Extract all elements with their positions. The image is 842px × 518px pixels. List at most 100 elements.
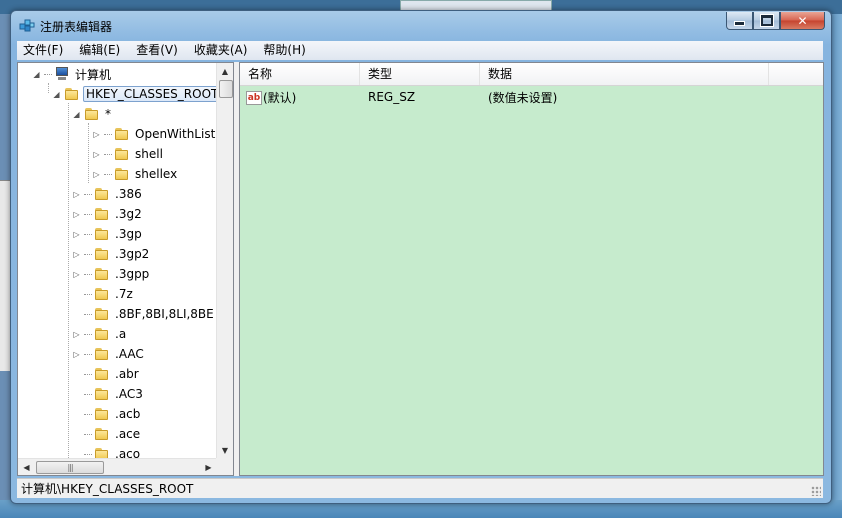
tree-item-key[interactable]: ▷ .386 xyxy=(72,184,144,204)
tree-item-label: shellex xyxy=(135,167,178,181)
tree-item-key[interactable]: .7z xyxy=(72,284,135,304)
tree-item-openwithlist[interactable]: ▷ OpenWithList xyxy=(92,124,217,144)
tree-item-star[interactable]: ◢ * xyxy=(72,104,113,124)
maximize-button[interactable] xyxy=(753,12,780,30)
tree-item-label: .ace xyxy=(115,427,141,441)
minimize-icon xyxy=(734,21,745,26)
tree-item-label: * xyxy=(105,107,111,121)
resize-grip-icon[interactable] xyxy=(811,486,821,496)
tree-item-key[interactable]: ▷ .AAC xyxy=(72,344,146,364)
tree-item-label: .8BF,8BI,8LI,8BE xyxy=(115,307,214,321)
collapse-icon[interactable]: ◢ xyxy=(72,110,81,119)
tree-connector xyxy=(84,373,92,375)
expand-icon[interactable]: ▷ xyxy=(72,230,81,239)
list-item[interactable]: ab (默认) REG_SZ (数值未设置) xyxy=(240,87,769,107)
tree-connector xyxy=(84,353,92,355)
scroll-down-icon[interactable]: ▼ xyxy=(217,442,233,459)
tree-item-label: .AAC xyxy=(115,347,144,361)
scroll-left-icon[interactable]: ◀ xyxy=(18,459,35,475)
scroll-up-icon[interactable]: ▲ xyxy=(217,63,233,80)
tree-item-key[interactable]: ▷ .3gp xyxy=(72,224,144,244)
collapse-icon[interactable]: ◢ xyxy=(32,70,41,79)
caption-buttons: ✕ xyxy=(726,12,825,31)
tree-vertical-scrollbar[interactable]: ▲ ▼ xyxy=(216,63,233,459)
tree-item-shellex[interactable]: ▷ shellex xyxy=(92,164,179,184)
computer-icon xyxy=(54,67,70,81)
column-header-type[interactable]: 类型 xyxy=(360,63,480,85)
folder-icon xyxy=(94,327,110,341)
folder-icon xyxy=(94,427,110,441)
column-header-name[interactable]: 名称 xyxy=(240,63,360,85)
tree-connector xyxy=(84,313,92,315)
tree-connector xyxy=(84,213,92,215)
key-tree[interactable]: ◢ 计算机 ◢ HKEY_CLASSES_ROOT ◢ * ▷ OpenWith… xyxy=(17,62,234,476)
tree-connector xyxy=(84,413,92,415)
tree-item-computer[interactable]: ◢ 计算机 xyxy=(32,64,113,84)
tree-item-key[interactable]: .abr xyxy=(72,364,141,384)
expand-icon[interactable]: ▷ xyxy=(72,330,81,339)
expand-icon[interactable]: ▷ xyxy=(72,210,81,219)
tree-item-label: 计算机 xyxy=(75,67,112,82)
expand-icon[interactable]: ▷ xyxy=(72,190,81,199)
menu-view[interactable]: 查看(V) xyxy=(128,41,186,60)
tree-connector xyxy=(84,273,92,275)
folder-icon xyxy=(94,367,110,381)
tree-connector xyxy=(84,293,92,295)
folder-icon xyxy=(114,147,130,161)
status-path: 计算机\HKEY_CLASSES_ROOT xyxy=(21,482,194,496)
value-name: (默认) xyxy=(263,90,297,105)
scroll-thumb[interactable]: ||| xyxy=(36,461,104,474)
expand-icon[interactable]: ▷ xyxy=(92,130,101,139)
menu-favorites[interactable]: 收藏夹(A) xyxy=(186,41,256,60)
tree-item-key[interactable]: ▷ .3g2 xyxy=(72,204,144,224)
tree-connector xyxy=(84,333,92,335)
tree-horizontal-scrollbar[interactable]: ◀ ||| ▶ xyxy=(18,458,217,475)
tree-item-key[interactable]: .8BF,8BI,8LI,8BE xyxy=(72,304,216,324)
folder-icon xyxy=(94,227,110,241)
expand-icon[interactable]: ▷ xyxy=(92,150,101,159)
expand-icon[interactable]: ▷ xyxy=(72,350,81,359)
expand-icon[interactable]: ▷ xyxy=(72,270,81,279)
tree-item-key[interactable]: .acb xyxy=(72,404,142,424)
tree-item-hkcr[interactable]: ◢ HKEY_CLASSES_ROOT xyxy=(52,84,222,104)
tree-item-key[interactable]: .ace xyxy=(72,424,142,444)
title-bar[interactable]: 注册表编辑器 ✕ xyxy=(11,11,831,39)
expand-icon[interactable]: ▷ xyxy=(92,170,101,179)
close-button[interactable]: ✕ xyxy=(780,12,825,30)
tree-item-shell[interactable]: ▷ shell xyxy=(92,144,165,164)
tree-item-key[interactable]: ▷ .3gpp xyxy=(72,264,151,284)
minimize-button[interactable] xyxy=(726,12,753,30)
tree-item-label: .3g2 xyxy=(115,207,142,221)
tree-item-label-selected: HKEY_CLASSES_ROOT xyxy=(83,86,222,102)
collapse-icon[interactable]: ◢ xyxy=(52,90,61,99)
column-header-filler xyxy=(769,63,823,85)
tree-item-label: .a xyxy=(115,327,127,341)
menu-help[interactable]: 帮助(H) xyxy=(255,41,313,60)
tree-item-key[interactable]: ▷ .3gp2 xyxy=(72,244,151,264)
folder-icon xyxy=(94,407,110,421)
folder-icon xyxy=(94,387,110,401)
expand-icon[interactable]: ▷ xyxy=(72,250,81,259)
scroll-right-icon[interactable]: ▶ xyxy=(200,459,217,475)
string-value-icon: ab xyxy=(246,91,262,105)
tree-connector xyxy=(84,393,92,395)
folder-icon xyxy=(94,347,110,361)
menu-file[interactable]: 文件(F) xyxy=(17,41,71,60)
maximize-icon xyxy=(759,14,774,27)
folder-icon xyxy=(94,187,110,201)
tree-connector xyxy=(84,233,92,235)
tree-item-label: .7z xyxy=(115,287,133,301)
menu-edit[interactable]: 编辑(E) xyxy=(71,41,128,60)
scroll-thumb[interactable] xyxy=(219,80,233,98)
tree-item-key[interactable]: .AC3 xyxy=(72,384,145,404)
tree-item-label: .abr xyxy=(115,367,139,381)
menu-bar: 文件(F) 编辑(E) 查看(V) 收藏夹(A) 帮助(H) xyxy=(17,41,823,60)
folder-icon xyxy=(94,287,110,301)
column-header-data[interactable]: 数据 xyxy=(480,63,769,85)
tree-connector xyxy=(84,253,92,255)
tree-item-key[interactable]: ▷ .a xyxy=(72,324,128,344)
tree-item-label: OpenWithList xyxy=(135,127,216,141)
tree-connector xyxy=(104,153,112,155)
value-list[interactable]: 名称 类型 数据 ab (默认) REG_SZ (数值未设置) xyxy=(239,62,824,476)
status-bar: 计算机\HKEY_CLASSES_ROOT xyxy=(17,478,823,498)
